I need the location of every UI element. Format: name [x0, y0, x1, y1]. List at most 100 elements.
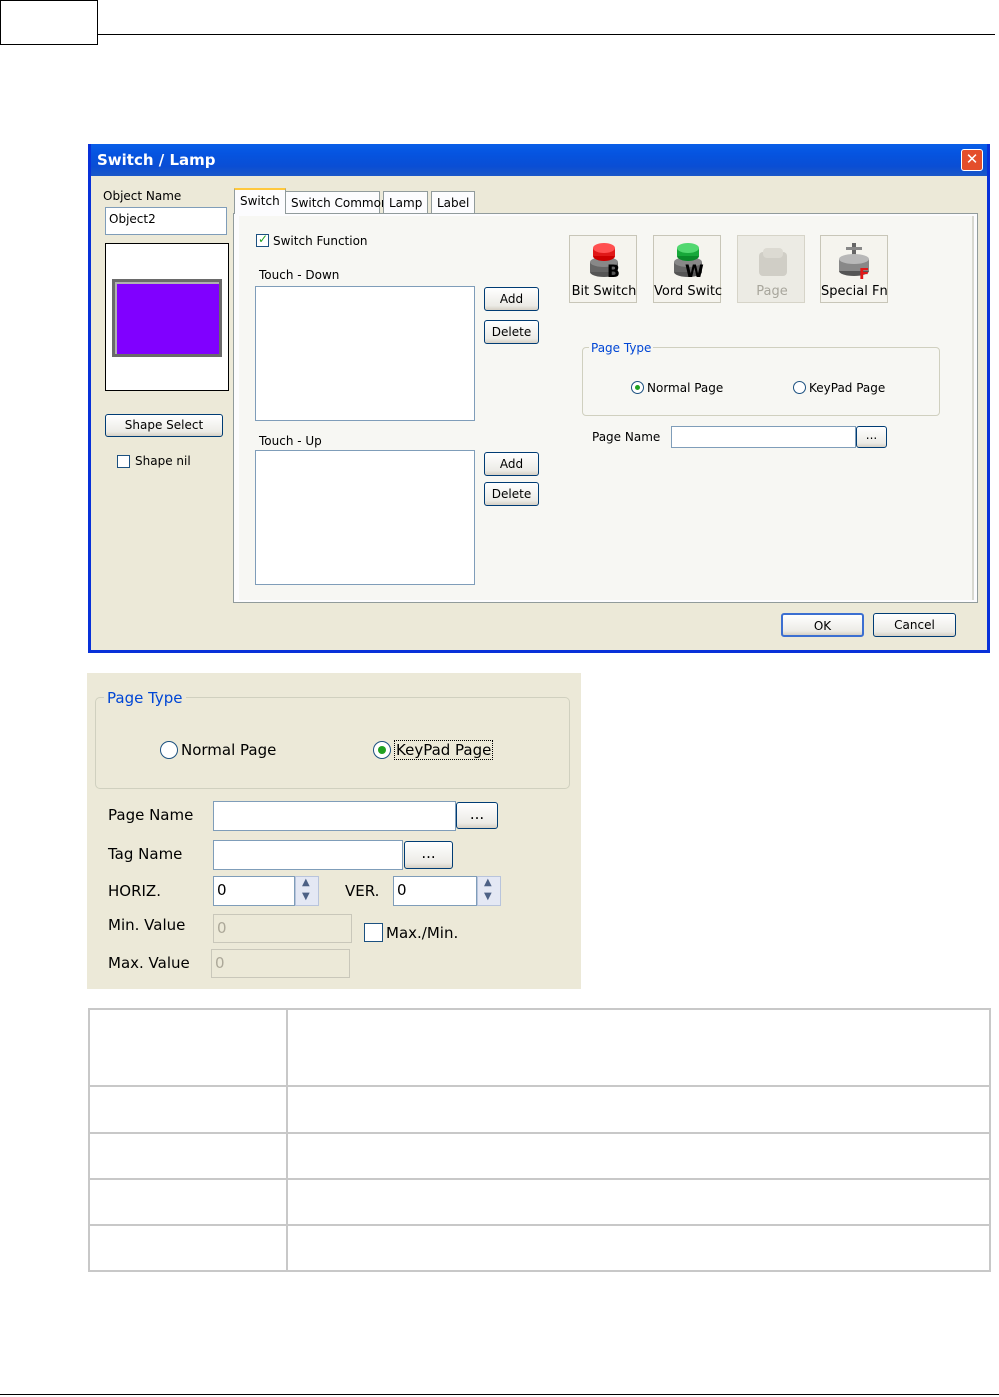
cancel-button[interactable]: Cancel — [873, 613, 956, 637]
zoom-page-type-legend: Page Type — [104, 689, 186, 707]
special-fn-icon: F — [839, 243, 869, 281]
dialog-title-bar: Switch / Lamp ✕ — [91, 144, 987, 176]
table-cell — [286, 1085, 991, 1134]
ok-button[interactable]: OK — [781, 613, 864, 637]
zoom-ver-field[interactable]: 0 — [393, 876, 477, 906]
zoom-ver-spinner[interactable]: ▲ ▼ — [477, 876, 501, 906]
table-cell — [88, 1008, 288, 1087]
table-row — [88, 1224, 991, 1272]
switch-function-label: Switch Function — [273, 234, 368, 248]
zoom-normal-page-radio[interactable] — [160, 741, 178, 759]
tab-lamp[interactable]: Lamp — [383, 191, 429, 213]
zoom-tag-name-field[interactable] — [213, 840, 403, 870]
shape-nil-label: Shape nil — [135, 454, 191, 468]
table-row — [88, 1132, 991, 1180]
zoom-max-value-label: Max. Value — [108, 954, 190, 972]
zoom-page-name-browse-button[interactable]: ... — [456, 802, 498, 829]
zoom-min-value-field: 0 — [213, 914, 352, 943]
keypad-page-radio[interactable] — [793, 381, 806, 394]
svg-text:F: F — [859, 265, 869, 281]
touch-up-delete-button[interactable]: Delete — [484, 482, 539, 506]
checkmark-icon: ✓ — [258, 232, 269, 246]
spin-up-icon: ▲ — [302, 877, 310, 888]
page-type-zoom-panel: Page Type Normal Page KeyPad Page Page N… — [87, 673, 581, 989]
bit-switch-icon: B — [590, 243, 620, 280]
table-row — [88, 1178, 991, 1226]
property-table — [88, 1008, 991, 1272]
page-icon — [759, 248, 787, 276]
zoom-normal-page-label: Normal Page — [181, 741, 277, 759]
header-rule — [98, 34, 995, 35]
object-name-label: Object Name — [103, 189, 182, 203]
page-name-label: Page Name — [592, 430, 661, 444]
bit-switch-button[interactable]: B Bit Switch — [569, 235, 637, 303]
shape-nil-checkbox[interactable] — [117, 455, 130, 468]
shape-select-button[interactable]: Shape Select — [105, 414, 223, 437]
zoom-keypad-page-label: KeyPad Page — [394, 740, 494, 760]
zoom-horiz-spinner[interactable]: ▲ ▼ — [295, 876, 319, 906]
spin-down-icon: ▼ — [484, 891, 492, 902]
page-name-browse-button[interactable]: ... — [856, 426, 887, 448]
table-cell — [88, 1132, 288, 1180]
touch-up-list[interactable] — [255, 450, 475, 585]
zoom-horiz-label: HORIZ. — [108, 882, 161, 900]
word-switch-button[interactable]: W Vord Switcl — [653, 235, 722, 303]
svg-text:B: B — [607, 262, 620, 280]
table-row — [88, 1008, 991, 1087]
touch-down-list[interactable] — [255, 286, 475, 421]
tab-label[interactable]: Label — [431, 191, 476, 213]
touch-down-delete-button[interactable]: Delete — [484, 320, 539, 344]
zoom-radio-dot — [378, 746, 386, 754]
table-cell — [88, 1085, 288, 1134]
zoom-page-name-label: Page Name — [108, 806, 194, 824]
object-name-field[interactable]: Object2 — [105, 207, 227, 235]
shape-preview — [105, 243, 229, 391]
touch-up-label: Touch - Up — [259, 434, 322, 448]
zoom-tag-name-browse-button[interactable]: ... — [404, 841, 453, 869]
table-cell — [88, 1178, 288, 1226]
close-icon[interactable]: ✕ — [961, 149, 983, 171]
tab-page-switch: ✓ Switch Function Touch - Down Add Delet… — [233, 213, 978, 603]
page-button[interactable]: Page — [737, 235, 805, 303]
zoom-keypad-page-radio[interactable] — [373, 741, 391, 759]
tab-switch[interactable]: Switch — [234, 188, 286, 214]
zoom-min-value-label: Min. Value — [108, 916, 186, 934]
page-name-field[interactable] — [671, 426, 856, 448]
zoom-max-min-checkbox[interactable] — [364, 923, 383, 942]
special-fn-label: Special Fn. — [821, 284, 889, 299]
footer-rule — [0, 1394, 999, 1395]
zoom-horiz-field[interactable]: 0 — [213, 876, 295, 906]
tab-switch-common[interactable]: Switch Common — [285, 191, 389, 213]
keypad-page-label: KeyPad Page — [809, 381, 886, 395]
shape-preview-rect — [112, 279, 222, 357]
table-row — [88, 1085, 991, 1134]
zoom-tag-name-label: Tag Name — [108, 845, 183, 863]
table-cell — [286, 1132, 991, 1180]
normal-page-radio[interactable] — [631, 381, 644, 394]
page-label: Page — [756, 284, 788, 299]
word-switch-label: Vord Switcl — [654, 284, 722, 299]
spin-up-icon: ▲ — [484, 877, 492, 888]
normal-page-label: Normal Page — [647, 381, 724, 395]
dialog-title: Switch / Lamp — [97, 151, 216, 169]
touch-up-add-button[interactable]: Add — [484, 452, 539, 476]
table-cell — [88, 1224, 288, 1272]
touch-down-add-button[interactable]: Add — [484, 287, 539, 311]
zoom-page-name-field[interactable] — [213, 801, 456, 831]
switch-lamp-dialog: Switch / Lamp ✕ Object Name Object2 Shap… — [88, 144, 990, 653]
svg-text:W: W — [685, 262, 704, 280]
switch-function-checkbox[interactable]: ✓ — [256, 232, 269, 247]
table-cell — [286, 1224, 991, 1272]
zoom-ver-label: VER. — [345, 882, 380, 900]
touch-down-label: Touch - Down — [259, 268, 340, 282]
bit-switch-label: Bit Switch — [571, 284, 637, 299]
header-box — [0, 0, 98, 45]
spin-down-icon: ▼ — [302, 891, 310, 902]
zoom-max-min-label: Max./Min. — [386, 924, 459, 942]
word-switch-icon: W — [674, 243, 704, 280]
special-fn-button[interactable]: F Special Fn. — [820, 235, 889, 303]
table-cell — [286, 1178, 991, 1226]
zoom-max-value-field: 0 — [211, 949, 350, 978]
page-type-legend: Page Type — [589, 341, 654, 355]
table-cell — [286, 1008, 991, 1087]
